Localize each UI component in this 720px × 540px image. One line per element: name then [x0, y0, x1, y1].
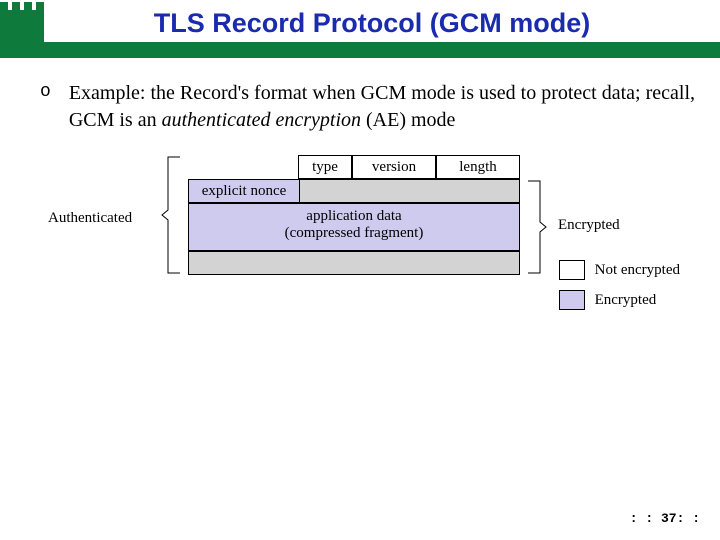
box-length: length [436, 155, 520, 179]
legend-text-encrypted: Encrypted [595, 292, 657, 309]
legend-row-encrypted: Encrypted [559, 290, 680, 310]
title-area: TLS Record Protocol (GCM mode) [0, 0, 720, 62]
decorative-crenellation [0, 2, 44, 10]
swatch-purple [559, 290, 585, 310]
diagram: type version length explicit nonce appli… [0, 155, 720, 355]
bullet-post: (AE) mode [361, 109, 455, 131]
bullet-italic: authenticated encryption [162, 109, 361, 131]
swatch-white [559, 260, 585, 280]
label-encrypted: Encrypted [558, 217, 620, 234]
legend: Not encrypted Encrypted [559, 260, 680, 320]
box-explicit-nonce: explicit nonce [188, 179, 300, 203]
box-type: type [298, 155, 352, 179]
page-number: : : 37: : [630, 511, 700, 526]
bullet-item: o Example: the Record's format when GCM … [40, 80, 700, 134]
legend-row-not-encrypted: Not encrypted [559, 260, 680, 280]
box-bottom-pad [188, 251, 520, 275]
box-application-data: application data (compressed fragment) [188, 203, 520, 251]
label-authenticated: Authenticated [48, 210, 132, 227]
page-title: TLS Record Protocol (GCM mode) [72, 8, 672, 39]
decorative-green-bar [0, 42, 720, 58]
legend-text-not-encrypted: Not encrypted [595, 262, 680, 279]
box-version: version [352, 155, 436, 179]
bullet-marker: o [40, 82, 51, 102]
bracket-left [160, 155, 184, 275]
bullet-text: Example: the Record's format when GCM mo… [69, 80, 700, 134]
app-line2: (compressed fragment) [285, 225, 424, 241]
bracket-right [524, 179, 548, 275]
app-line1: application data [306, 208, 401, 224]
